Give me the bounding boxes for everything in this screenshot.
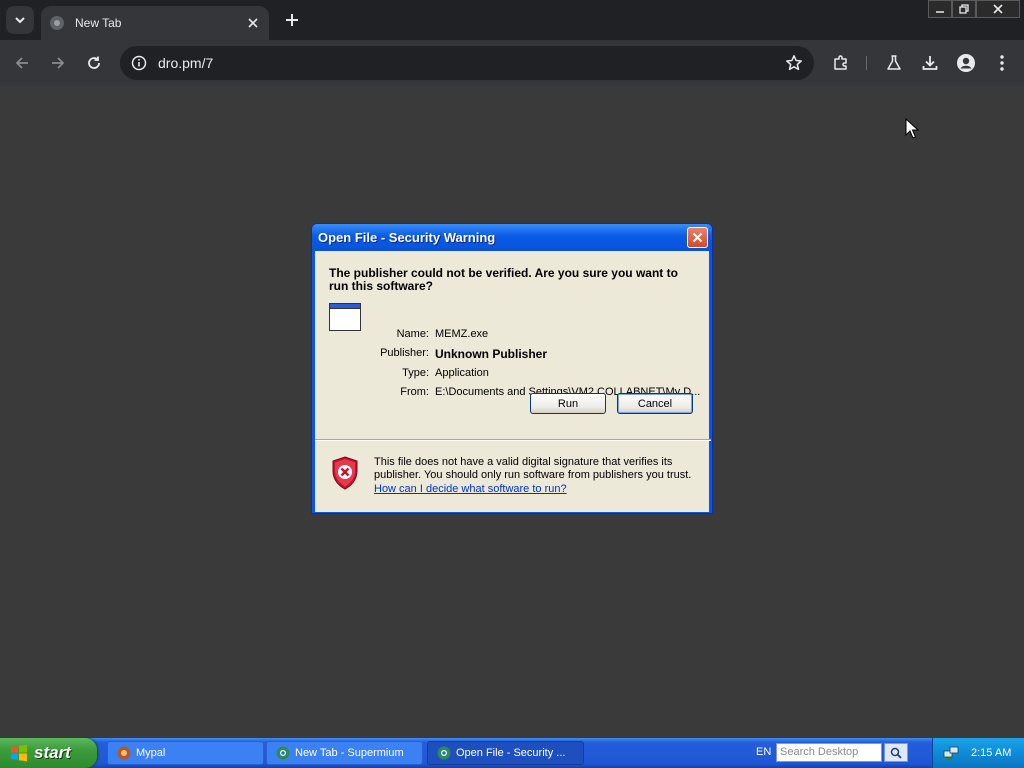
minimize-button[interactable] <box>928 0 952 18</box>
taskbar: start Mypal New Tab - Supermium Open Fil… <box>0 738 1024 768</box>
address-bar[interactable]: dro.pm/7 <box>120 46 814 80</box>
window-close-button[interactable] <box>976 0 1020 18</box>
extensions-icon[interactable] <box>829 51 853 75</box>
dialog-title: Open File - Security Warning <box>318 230 496 245</box>
dialog-warning-text: This file does not have a valid digital … <box>374 456 692 481</box>
close-icon[interactable] <box>245 15 261 31</box>
dialog-body: The publisher could not be verified. Are… <box>315 251 711 512</box>
tab-search-button[interactable] <box>6 6 34 34</box>
download-icon[interactable] <box>918 51 942 75</box>
desktop-search-input[interactable]: Search Desktop <box>776 743 882 762</box>
close-icon <box>993 4 1003 14</box>
network-icon[interactable] <box>943 745 959 761</box>
system-tray: 2:15 AM <box>932 738 1024 768</box>
cancel-button[interactable]: Cancel <box>617 393 693 414</box>
toolbar-separator <box>866 56 867 70</box>
windows-logo-icon <box>11 744 27 762</box>
taskbar-item-label: New Tab - Supermium <box>295 747 404 759</box>
profile-icon[interactable] <box>954 51 978 75</box>
menu-dots-icon[interactable] <box>990 51 1014 75</box>
start-button[interactable]: start <box>0 738 97 768</box>
search-button[interactable] <box>884 743 908 762</box>
field-name: Name: MEMZ.exe <box>315 328 705 344</box>
arrow-left-icon <box>15 57 28 69</box>
help-link[interactable]: How can I decide what software to run? <box>374 483 567 495</box>
reload-button[interactable] <box>80 49 108 77</box>
tab-title: New Tab <box>75 16 122 30</box>
dialog-question: The publisher could not be verified. Are… <box>329 266 678 293</box>
field-label: Name: <box>396 328 429 340</box>
minimize-icon <box>936 11 944 13</box>
back-button[interactable] <box>8 49 36 77</box>
shield-warning-icon <box>332 456 358 490</box>
clock: 2:15 AM <box>971 747 1012 759</box>
mypal-icon <box>116 745 132 761</box>
new-tab-button[interactable] <box>280 8 304 32</box>
tab-new-tab[interactable]: New Tab <box>41 6 269 40</box>
security-warning-dialog: Open File - Security Warning The publish… <box>311 223 713 514</box>
mouse-cursor-icon <box>905 118 919 139</box>
field-value: Application <box>435 367 489 379</box>
taskbar-item-label: Open File - Security ... <box>456 747 566 759</box>
run-button[interactable]: Run <box>530 393 606 414</box>
globe-icon <box>49 15 65 31</box>
field-label: Type: <box>402 367 429 379</box>
application-icon <box>329 303 361 331</box>
field-value: MEMZ.exe <box>435 328 489 340</box>
reload-icon <box>88 56 100 69</box>
taskbar-item-label: Mypal <box>136 747 166 759</box>
plus-icon <box>286 14 298 26</box>
restore-icon <box>959 4 969 14</box>
url-text[interactable]: dro.pm/7 <box>158 55 784 71</box>
forward-button[interactable] <box>44 49 72 77</box>
browser-toolbar: dro.pm/7 <box>0 40 1024 86</box>
start-label: start <box>34 743 71 762</box>
field-publisher: Publisher: Unknown Publisher <box>315 347 705 363</box>
field-label: Publisher: <box>380 347 429 359</box>
field-label: From: <box>400 386 429 398</box>
restore-button[interactable] <box>952 0 976 18</box>
language-indicator[interactable]: EN <box>756 746 771 758</box>
info-icon[interactable] <box>130 54 148 72</box>
star-icon[interactable] <box>784 53 804 73</box>
supermium-icon <box>436 745 452 761</box>
labs-flask-icon[interactable] <box>882 51 906 75</box>
taskbar-item-security-dialog[interactable]: Open File - Security ... <box>427 741 584 765</box>
tab-strip: New Tab <box>0 0 1024 40</box>
chevron-down-icon <box>15 17 25 24</box>
close-icon <box>692 232 703 243</box>
taskbar-item-supermium[interactable]: New Tab - Supermium <box>266 741 423 765</box>
taskbar-item-mypal[interactable]: Mypal <box>107 741 264 765</box>
arrow-right-icon <box>52 57 65 69</box>
dialog-titlebar[interactable]: Open File - Security Warning <box>312 224 712 251</box>
field-value: Unknown Publisher <box>435 347 548 361</box>
supermium-icon <box>275 745 291 761</box>
dialog-divider <box>315 439 711 441</box>
field-type: Type: Application <box>315 367 705 383</box>
dialog-close-button[interactable] <box>687 227 708 248</box>
search-icon <box>890 747 902 759</box>
